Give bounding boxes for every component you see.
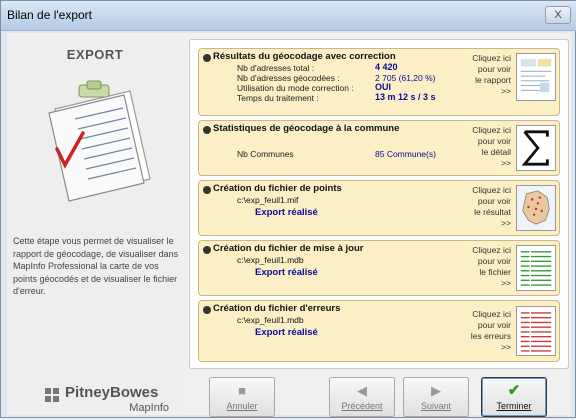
export-status: Export réalisé [255, 327, 318, 338]
pitney-bowes-logo: PitneyBowes MapInfo [45, 384, 175, 420]
previous-label: Précédent [341, 401, 383, 411]
finish-label: Terminer [496, 401, 532, 411]
close-button[interactable]: X [545, 6, 571, 24]
bullet-icon [203, 54, 211, 62]
row-label: Utilisation du mode correction : [237, 83, 354, 93]
arrow-left-icon: ◀ [357, 383, 367, 398]
file-path: c:\exp_feuil1.mdb [237, 315, 304, 325]
results-panel: Résultats du géocodage avec correction N… [189, 39, 569, 369]
spreadsheet-green-icon[interactable] [516, 245, 556, 291]
checkmark-icon: ✔ [507, 382, 521, 399]
error-file-card: Création du fichier d'erreurs c:\exp_feu… [198, 300, 560, 362]
row-value: OUI [375, 82, 392, 92]
next-label: Suivant [420, 401, 452, 411]
report-thumbnail-icon[interactable] [516, 53, 556, 101]
row-label: Nb d'adresses total : [237, 63, 315, 73]
update-file-card: Création du fichier de mise à jour c:\ex… [198, 240, 560, 296]
view-detail-link[interactable]: Cliquez ici pour voir le détail >> [459, 125, 511, 169]
bullet-icon [203, 246, 211, 254]
close-icon: X [554, 9, 562, 21]
step-heading: EXPORT [66, 47, 124, 62]
brand-product: MapInfo [129, 402, 169, 414]
export-status: Export réalisé [255, 267, 318, 278]
card-title: Statistiques de géocodage à la commune [213, 123, 400, 134]
title-bar[interactable]: Bilan de l'export X [1, 1, 576, 31]
pitney-bowes-grid-icon [45, 388, 59, 402]
clipboard-checklist-icon [48, 80, 151, 202]
card-title: Création du fichier d'erreurs [213, 303, 341, 314]
stop-square-icon: ■ [238, 383, 246, 398]
row-value: 4 420 [375, 62, 398, 72]
row-label: Nb Communes [237, 149, 294, 159]
france-map-icon[interactable] [516, 185, 556, 231]
bullet-icon [203, 186, 211, 194]
cancel-label: Annuler [226, 401, 258, 411]
window-title: Bilan de l'export [7, 8, 93, 22]
view-errors-link[interactable]: Cliquez ici pour voir les erreurs >> [459, 309, 511, 353]
dialog-window: Bilan de l'export X EXPORT Cette étape v… [0, 0, 576, 418]
cancel-button[interactable]: ■ Annuler [209, 377, 275, 417]
step-description: Cette étape vous permet de visualiser le… [13, 236, 179, 296]
card-title: Création du fichier de points [213, 183, 342, 194]
export-status: Export réalisé [255, 207, 318, 218]
next-button[interactable]: ▶ Suivant [403, 377, 469, 417]
points-file-card: Création du fichier de points c:\exp_feu… [198, 180, 560, 236]
arrow-right-icon: ▶ [431, 383, 441, 398]
view-file-link[interactable]: Cliquez ici pour voir le fichier >> [459, 245, 511, 289]
row-label: Nb d'adresses géocodées : [237, 73, 340, 83]
view-result-link[interactable]: Cliquez ici pour voir le résultat >> [459, 185, 511, 229]
finish-button[interactable]: ✔ Terminer [481, 377, 547, 417]
row-value: 13 m 12 s / 3 s [375, 92, 436, 102]
row-label: Temps du traitement : [237, 93, 319, 103]
view-report-link[interactable]: Cliquez ici pour voir le rapport >> [459, 53, 511, 97]
spreadsheet-red-icon[interactable] [516, 306, 556, 356]
card-title: Création du fichier de mise à jour [213, 243, 364, 254]
file-path: c:\exp_feuil1.mif [237, 195, 299, 205]
left-panel: EXPORT Cette étape vous permet de visual [7, 39, 183, 414]
bullet-icon [203, 306, 211, 314]
brand-name: PitneyBowes [65, 384, 159, 401]
geocoding-results-card: Résultats du géocodage avec correction N… [198, 48, 560, 116]
sigma-icon[interactable] [516, 125, 556, 171]
dialog-body: EXPORT Cette étape vous permet de visual [7, 33, 571, 417]
bullet-icon [203, 126, 211, 134]
previous-button[interactable]: ◀ Précédent [329, 377, 395, 417]
row-value: 85 Commune(s) [375, 149, 436, 159]
commune-stats-card: Statistiques de géocodage à la commune N… [198, 120, 560, 176]
file-path: c:\exp_feuil1.mdb [237, 255, 304, 265]
card-title: Résultats du géocodage avec correction [213, 51, 396, 62]
